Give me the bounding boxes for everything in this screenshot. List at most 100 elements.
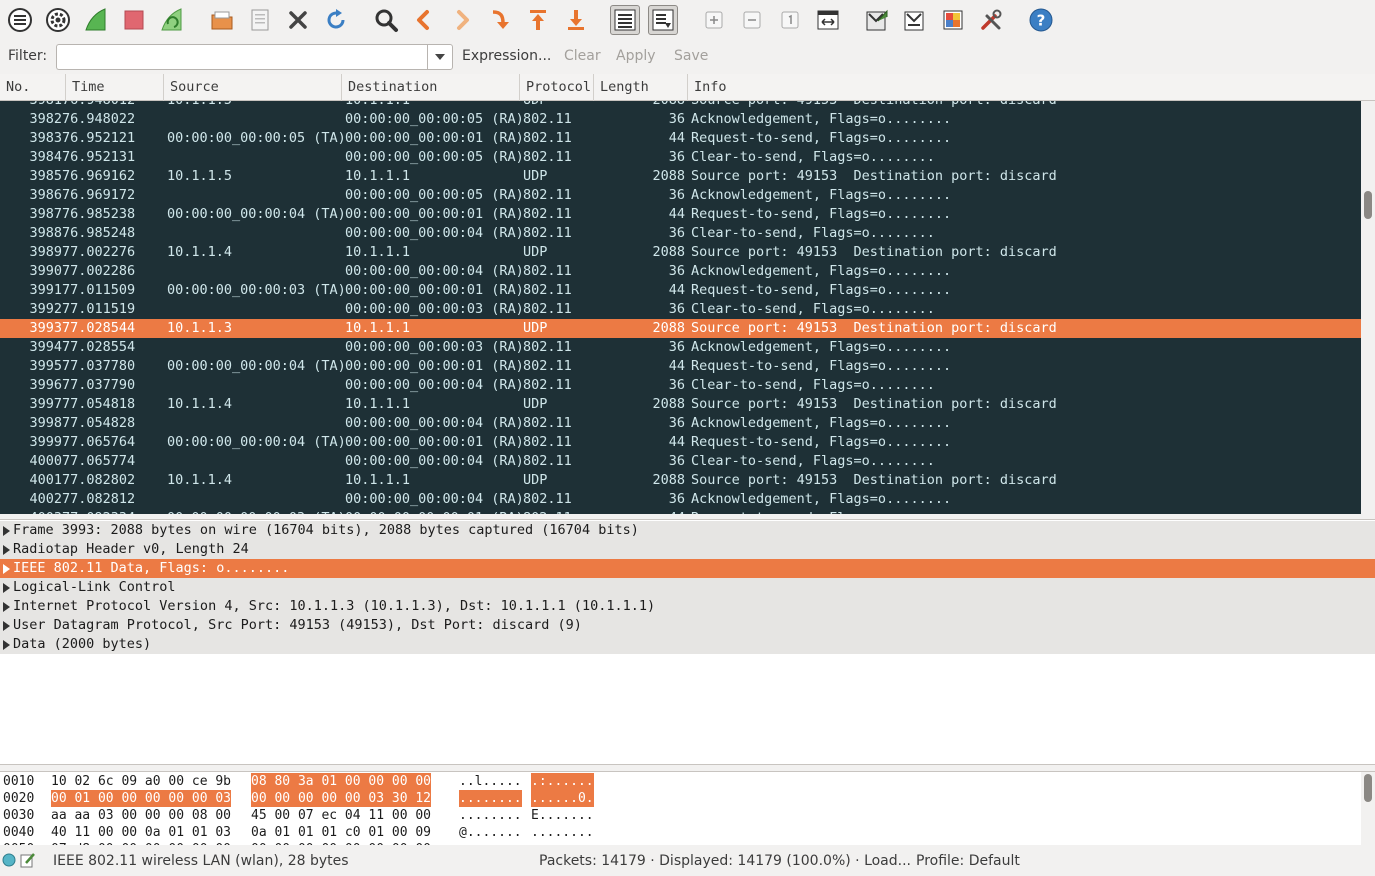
- ascii-group[interactable]: ........: [459, 790, 522, 807]
- capture-comment-button[interactable]: [20, 852, 36, 872]
- open-file-button[interactable]: [207, 5, 237, 35]
- ascii-group[interactable]: ..l.....: [459, 773, 522, 790]
- column-header-source[interactable]: Source: [164, 74, 342, 101]
- clear-button[interactable]: Clear: [564, 48, 601, 64]
- display-filters-button[interactable]: [900, 5, 930, 35]
- hex-bytes-group[interactable]: 40 11 00 00 0a 01 01 03: [51, 824, 231, 841]
- packet-row[interactable]: 398176.948012 10.1.1.510.1.1.1UDP2088 Sour…: [0, 101, 1361, 110]
- detail-tree-item[interactable]: Logical-Link Control: [0, 578, 1375, 597]
- go-back-button[interactable]: [409, 5, 439, 35]
- packet-row[interactable]: 3993 77.028544 10.1.1.3 10.1.1.1 UDP 2088 Sour…: [0, 319, 1361, 338]
- hex-bytes-group[interactable]: 10 02 6c 09 a0 00 ce 9b: [51, 773, 231, 790]
- packet-bytes-scrollbar[interactable]: [1361, 772, 1375, 845]
- ascii-group[interactable]: ........: [459, 807, 522, 824]
- reload-button[interactable]: [321, 5, 351, 35]
- save-button[interactable]: Save: [674, 48, 708, 64]
- restart-capture-button[interactable]: [157, 5, 187, 35]
- ascii-group[interactable]: E.......: [531, 807, 594, 824]
- go-forward-button[interactable]: [447, 5, 477, 35]
- packet-row[interactable]: 3998 77.054828 00:00:00_00:00:04 (RA) 802.1…: [0, 414, 1361, 433]
- hex-bytes-group[interactable]: 00 01 00 00 00 00 00 03: [51, 790, 232, 807]
- column-header-protocol[interactable]: Protocol: [520, 74, 594, 101]
- column-header-info[interactable]: Info: [688, 74, 1375, 101]
- column-header-time[interactable]: Time: [66, 74, 164, 101]
- packet-bytes-scroll-thumb[interactable]: [1364, 774, 1372, 802]
- hex-bytes-group[interactable]: 45 00 07 ec 04 11 00 00: [251, 807, 431, 824]
- go-last-button[interactable]: [561, 5, 591, 35]
- expand-arrow-icon[interactable]: [3, 545, 10, 555]
- packet-row[interactable]: 3992 77.011519 00:00:00_00:00:03 (RA) 802.1…: [0, 300, 1361, 319]
- preferences-button[interactable]: [976, 5, 1006, 35]
- packet-list-scrollbar[interactable]: [1361, 101, 1375, 514]
- zoom-in-button[interactable]: [699, 5, 729, 35]
- resize-columns-button[interactable]: [813, 5, 843, 35]
- go-first-button[interactable]: [523, 5, 553, 35]
- expand-arrow-icon[interactable]: [3, 564, 10, 574]
- coloring-rules-button[interactable]: [938, 5, 968, 35]
- packet-row[interactable]: 3986 76.969172 00:00:00_00:00:05 (RA) 802.1…: [0, 186, 1361, 205]
- expand-arrow-icon[interactable]: [3, 602, 10, 612]
- packet-row[interactable]: 3990 77.002286 00:00:00_00:00:04 (RA) 802.1…: [0, 262, 1361, 281]
- packet-list-scroll-thumb[interactable]: [1364, 191, 1372, 219]
- ascii-group[interactable]: ........: [531, 841, 594, 845]
- packet-row[interactable]: 3982 76.948022 00:00:00_00:00:05 (RA) 802.1…: [0, 110, 1361, 129]
- expert-info-button[interactable]: [2, 853, 16, 871]
- ascii-group[interactable]: ........: [459, 841, 522, 845]
- packet-row[interactable]: 3995 77.037780 00:00:00_00:00:04 (TA) 00:00…: [0, 357, 1361, 376]
- detail-tree-item[interactable]: IEEE 802.11 Data, Flags: o........: [0, 559, 1375, 578]
- column-header-destination[interactable]: Destination: [342, 74, 520, 101]
- expand-arrow-icon[interactable]: [3, 526, 10, 536]
- ascii-group[interactable]: ........: [531, 824, 594, 841]
- packet-row[interactable]: 3991 77.011509 00:00:00_00:00:03 (TA) 00:00…: [0, 281, 1361, 300]
- packet-row[interactable]: 3994 77.028554 00:00:00_00:00:03 (RA) 802.1…: [0, 338, 1361, 357]
- hex-bytes-group[interactable]: 07 d8 00 00 00 00 00 00: [51, 841, 231, 845]
- capture-filters-button[interactable]: [862, 5, 892, 35]
- hex-bytes-group[interactable]: 08 80 3a 01 00 00 00 00: [251, 773, 432, 790]
- ascii-group[interactable]: @.......: [459, 824, 522, 841]
- packet-row[interactable]: 3984 76.952131 00:00:00_00:00:05 (RA) 802.1…: [0, 148, 1361, 167]
- expand-arrow-icon[interactable]: [3, 621, 10, 631]
- expression-button[interactable]: Expression...: [462, 48, 551, 64]
- packet-row[interactable]: 4002 77.082812 00:00:00_00:00:04 (RA) 802.1…: [0, 490, 1361, 509]
- packet-row[interactable]: 400377.092334 00:00:00_00:00:03 (TA)00:00…: [0, 509, 1361, 514]
- apply-button[interactable]: Apply: [616, 48, 656, 64]
- hex-bytes-group[interactable]: 0a 01 01 01 c0 01 00 09: [251, 824, 431, 841]
- packet-row[interactable]: 3989 77.002276 10.1.1.4 10.1.1.1 UDP 2088 Sour…: [0, 243, 1361, 262]
- packet-row[interactable]: 3996 77.037790 00:00:00_00:00:04 (RA) 802.1…: [0, 376, 1361, 395]
- zoom-out-button[interactable]: [737, 5, 767, 35]
- filter-input[interactable]: [56, 44, 428, 70]
- help-button[interactable]: ?: [1026, 5, 1056, 35]
- go-to-packet-button[interactable]: [485, 5, 515, 35]
- detail-tree-item[interactable]: User Datagram Protocol, Src Port: 49153 …: [0, 616, 1375, 635]
- hex-bytes-group[interactable]: 00 00 00 00 00 00 00 00: [251, 841, 431, 845]
- packet-row[interactable]: 3988 76.985248 00:00:00_00:00:04 (RA) 802.1…: [0, 224, 1361, 243]
- packet-row[interactable]: 3983 76.952121 00:00:00_00:00:05 (TA) 00:00…: [0, 129, 1361, 148]
- packet-row[interactable]: 3997 77.054818 10.1.1.4 10.1.1.1 UDP 2088 Sour…: [0, 395, 1361, 414]
- save-file-button[interactable]: [245, 5, 275, 35]
- expand-arrow-icon[interactable]: [3, 583, 10, 593]
- packet-row[interactable]: 3987 76.985238 00:00:00_00:00:04 (TA) 00:00…: [0, 205, 1361, 224]
- autoscroll-button[interactable]: [648, 5, 678, 35]
- detail-tree-item[interactable]: Internet Protocol Version 4, Src: 10.1.1…: [0, 597, 1375, 616]
- options-button[interactable]: [43, 5, 73, 35]
- packet-row[interactable]: 4001 77.082802 10.1.1.4 10.1.1.1 UDP 2088 Sour…: [0, 471, 1361, 490]
- start-capture-button[interactable]: [81, 5, 111, 35]
- hex-bytes-group[interactable]: aa aa 03 00 00 00 08 00: [51, 807, 231, 824]
- detail-tree-item[interactable]: Frame 3993: 2088 bytes on wire (16704 bi…: [0, 521, 1375, 540]
- column-header-length[interactable]: Length: [594, 74, 688, 101]
- stop-capture-button[interactable]: [119, 5, 149, 35]
- detail-tree-item[interactable]: Data (2000 bytes): [0, 635, 1375, 654]
- expand-arrow-icon[interactable]: [3, 640, 10, 650]
- column-header-no[interactable]: No.: [0, 74, 66, 101]
- find-packet-button[interactable]: [371, 5, 401, 35]
- hex-bytes-group[interactable]: 00 00 00 00 00 03 30 12: [251, 790, 432, 807]
- colorize-button[interactable]: [610, 5, 640, 35]
- status-profile[interactable]: Profile: Default: [916, 853, 1020, 869]
- interfaces-button[interactable]: [5, 5, 35, 35]
- packet-row[interactable]: 3985 76.969162 10.1.1.5 10.1.1.1 UDP 2088 Sour…: [0, 167, 1361, 186]
- filter-dropdown-button[interactable]: [427, 44, 453, 70]
- ascii-group[interactable]: .:......: [531, 773, 594, 790]
- detail-tree-item[interactable]: Radiotap Header v0, Length 24: [0, 540, 1375, 559]
- packet-row[interactable]: 4000 77.065774 00:00:00_00:00:04 (RA) 802.1…: [0, 452, 1361, 471]
- ascii-group[interactable]: ......0.: [531, 790, 594, 807]
